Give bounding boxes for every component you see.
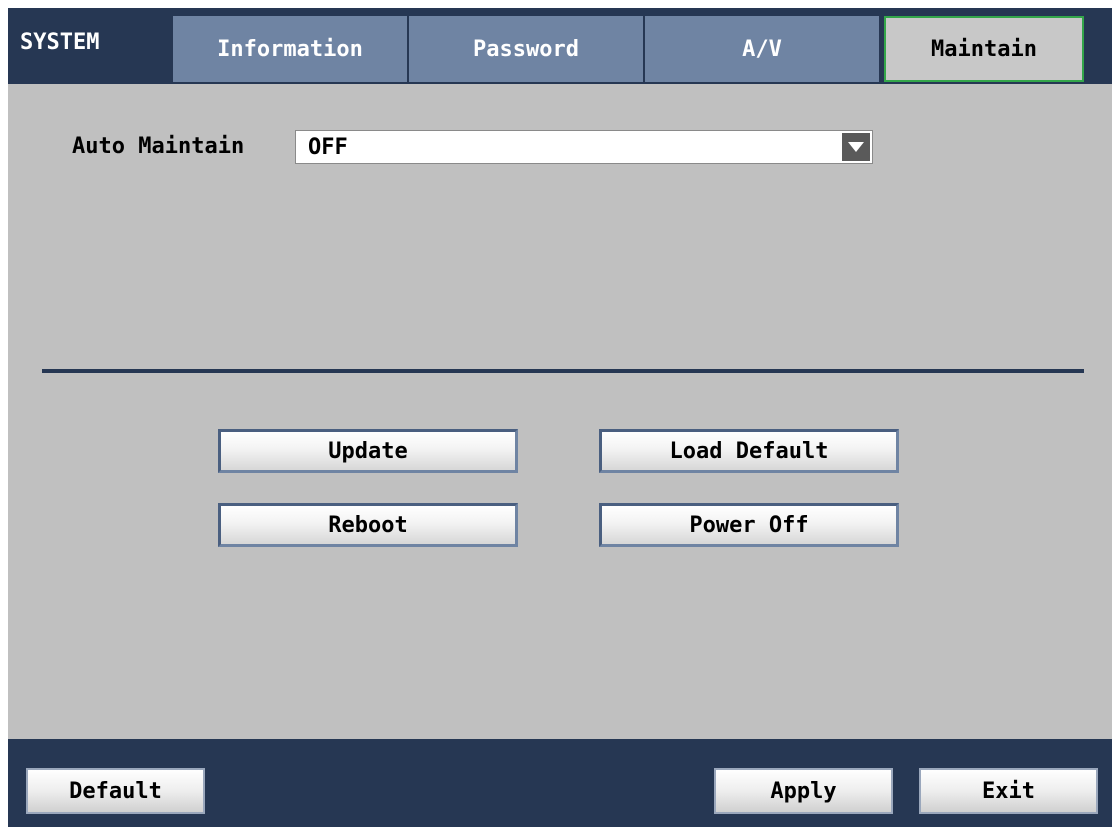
tab-bar: SYSTEM Information Password A/V Maintain [8, 8, 1112, 84]
apply-button[interactable]: Apply [714, 768, 893, 814]
default-button[interactable]: Default [26, 768, 205, 814]
power-off-button-label: Power Off [689, 512, 809, 538]
chevron-down-icon[interactable] [842, 133, 870, 161]
reboot-button[interactable]: Reboot [218, 503, 518, 547]
exit-button[interactable]: Exit [919, 768, 1098, 814]
tab-av[interactable]: A/V [645, 16, 879, 82]
default-button-label: Default [69, 778, 162, 804]
page-title: SYSTEM [20, 30, 100, 55]
auto-maintain-select[interactable]: OFF [295, 130, 873, 164]
tab-label: Password [473, 36, 579, 62]
exit-button-label: Exit [982, 778, 1035, 804]
update-button-label: Update [328, 438, 408, 464]
tab-label: Information [217, 36, 363, 62]
load-default-button[interactable]: Load Default [599, 429, 899, 473]
tab-label: Maintain [931, 36, 1037, 62]
update-button[interactable]: Update [218, 429, 518, 473]
footer-bar: Default Apply Exit [8, 739, 1112, 827]
tab-maintain[interactable]: Maintain [884, 16, 1084, 82]
divider [42, 369, 1084, 373]
auto-maintain-label: Auto Maintain [72, 134, 245, 159]
reboot-button-label: Reboot [328, 512, 408, 538]
load-default-button-label: Load Default [669, 438, 829, 464]
apply-button-label: Apply [770, 778, 837, 804]
tab-label: A/V [742, 36, 782, 62]
power-off-button[interactable]: Power Off [599, 503, 899, 547]
auto-maintain-value: OFF [308, 135, 348, 160]
tab-information[interactable]: Information [173, 16, 407, 82]
system-window: SYSTEM Information Password A/V Maintain… [8, 8, 1112, 827]
tab-password[interactable]: Password [409, 16, 643, 82]
